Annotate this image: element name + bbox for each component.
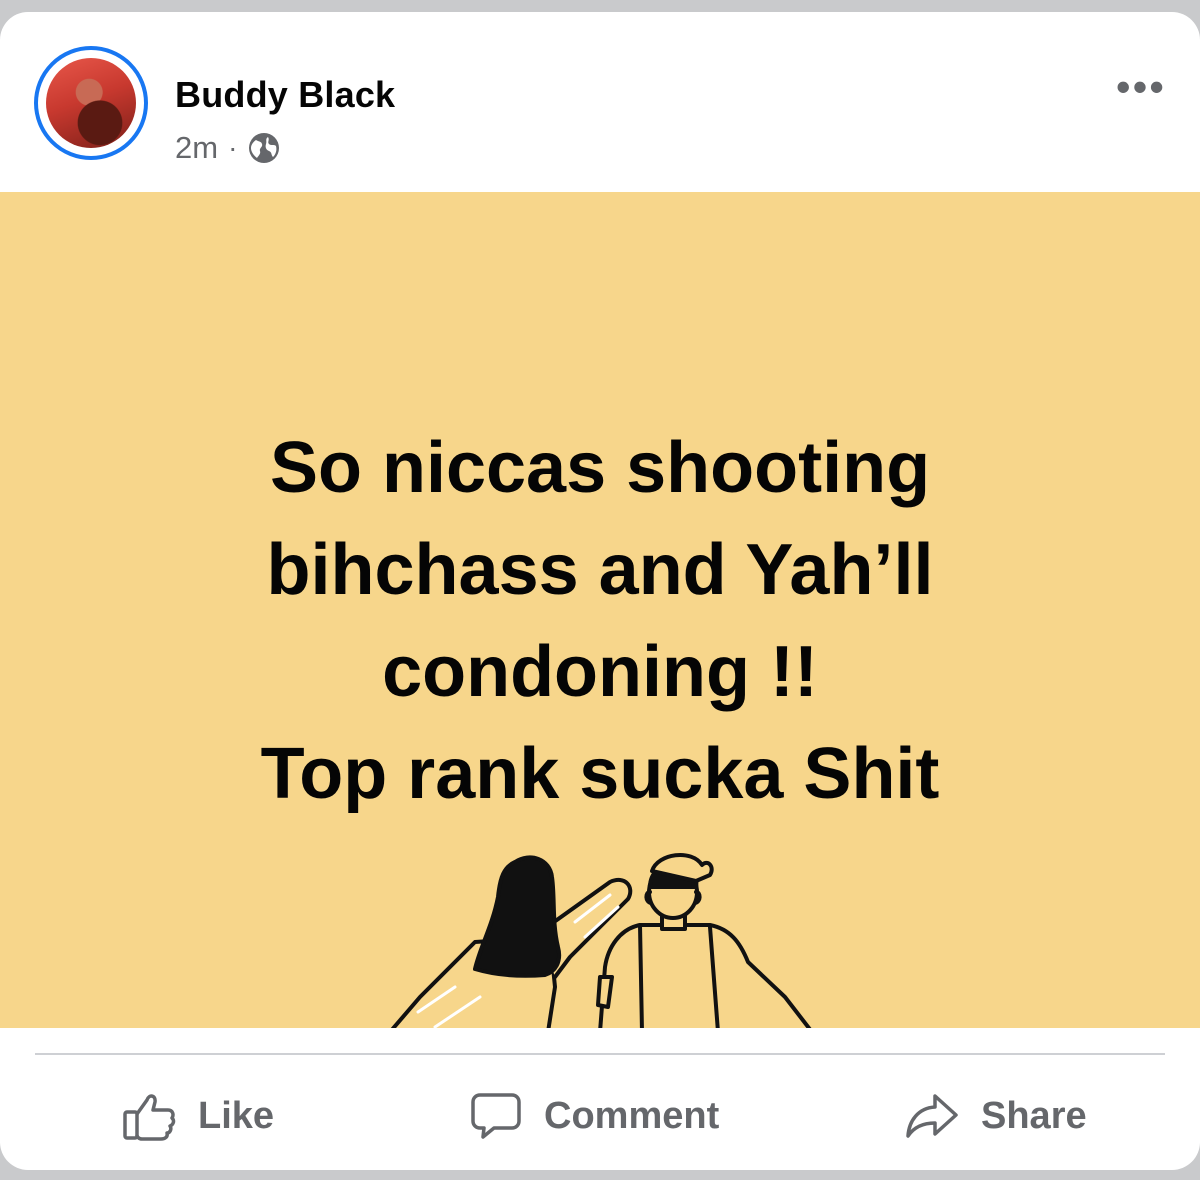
post-actions: Like Comment Share xyxy=(0,1074,1200,1158)
post-card: Buddy Black 2m · ••• So niccas shooting … xyxy=(0,12,1200,1170)
like-icon xyxy=(123,1094,176,1141)
share-icon xyxy=(906,1094,958,1138)
avatar[interactable] xyxy=(34,46,148,160)
meta-separator: · xyxy=(228,132,238,163)
post-meta: 2m · xyxy=(175,130,281,166)
author-name[interactable]: Buddy Black xyxy=(175,74,395,116)
like-label: Like xyxy=(198,1094,275,1137)
two-friends-illustration xyxy=(390,852,812,1028)
share-button[interactable]: Share xyxy=(905,1074,1087,1158)
post-background: So niccas shooting bihchass and Yah’ll c… xyxy=(0,192,1200,1028)
actions-divider xyxy=(35,1053,1165,1055)
post-timestamp[interactable]: 2m xyxy=(175,130,218,166)
like-button[interactable]: Like xyxy=(122,1074,274,1158)
share-label: Share xyxy=(981,1094,1087,1137)
comment-icon xyxy=(471,1093,521,1139)
post-header: Buddy Black 2m · ••• xyxy=(0,12,1200,190)
comment-button[interactable]: Comment xyxy=(470,1074,719,1158)
comment-label: Comment xyxy=(544,1094,720,1137)
avatar-image xyxy=(46,58,136,148)
post-text: So niccas shooting bihchass and Yah’ll c… xyxy=(260,428,940,814)
globe-icon[interactable] xyxy=(247,131,281,165)
more-options-icon[interactable]: ••• xyxy=(1116,66,1166,108)
